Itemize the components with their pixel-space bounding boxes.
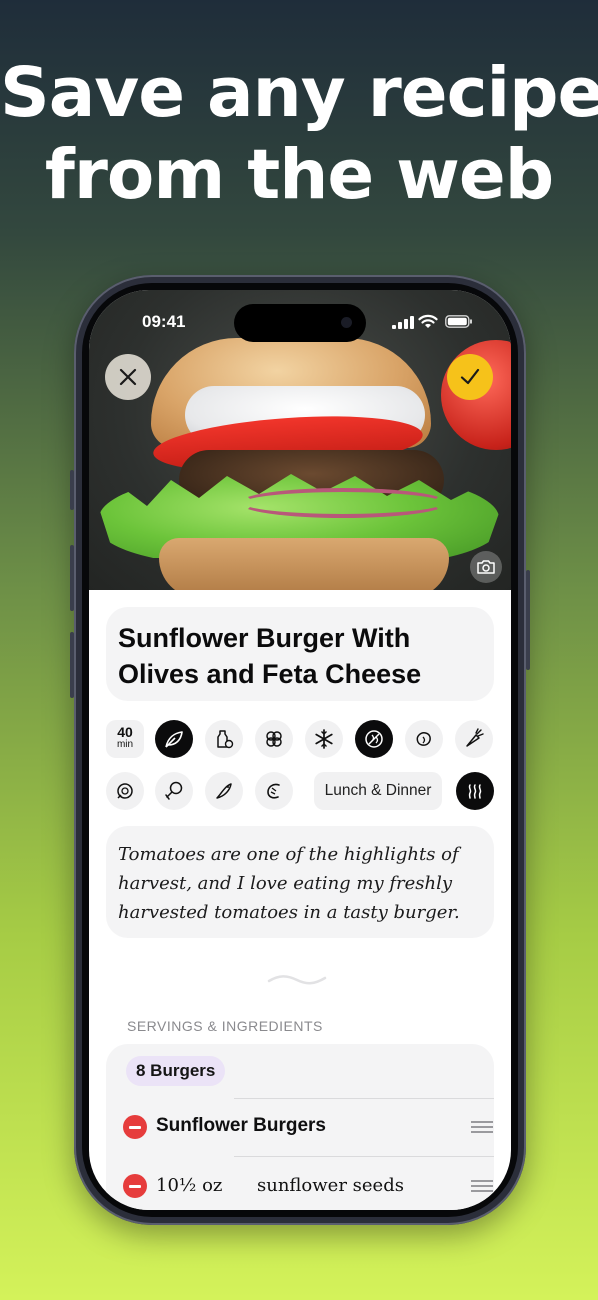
cooking-method-toggle[interactable]	[456, 772, 494, 810]
power-button	[526, 570, 530, 670]
ingredient-name[interactable]: sunflower seeds	[257, 1175, 404, 1196]
sunflower-icon	[117, 783, 133, 799]
delete-group-button[interactable]	[123, 1115, 147, 1139]
snowflake-icon	[315, 729, 333, 749]
recipe-title[interactable]: Sunflower Burger With Olives and Feta Ch…	[118, 620, 488, 692]
vegetable-toggle[interactable]	[455, 720, 493, 758]
row-divider	[234, 1156, 494, 1157]
dairy-free-toggle[interactable]	[205, 720, 243, 758]
vegetarian-toggle[interactable]	[155, 720, 193, 758]
battery-icon	[445, 315, 472, 328]
description-card[interactable]: Tomatoes are one of the highlights of ha…	[106, 826, 494, 938]
meal-type-tag[interactable]: Lunch & Dinner	[314, 772, 442, 810]
volume-up-button	[70, 545, 74, 611]
freezer-friendly-toggle[interactable]	[305, 720, 343, 758]
leaf-icon	[165, 731, 183, 748]
close-button[interactable]	[105, 354, 151, 400]
drag-handle-icon[interactable]	[471, 1180, 493, 1192]
row-divider	[234, 1098, 494, 1099]
status-time: 09:41	[142, 312, 186, 331]
save-button[interactable]	[447, 354, 493, 400]
headline-line-1: Save any recipe	[0, 53, 598, 133]
fish-toggle[interactable]	[205, 772, 243, 810]
ingredients-card: 8 Burgers Sunflower Burgers 10½ oz sunfl…	[106, 1044, 494, 1210]
camera-icon	[477, 560, 495, 574]
nut-free-toggle[interactable]	[405, 720, 443, 758]
cook-time-value: 40	[117, 724, 133, 740]
shrimp-icon	[267, 783, 280, 799]
ingredient-group-row[interactable]: Sunflower Burgers	[123, 1111, 493, 1145]
carrot-icon	[466, 728, 484, 747]
egg-free-toggle[interactable]	[255, 720, 293, 758]
recipe-description[interactable]: Tomatoes are one of the highlights of ha…	[118, 840, 486, 927]
ingredient-row[interactable]: 10½ oz sunflower seeds	[123, 1170, 493, 1204]
wifi-icon	[418, 314, 438, 328]
dynamic-island	[234, 304, 366, 342]
title-card[interactable]: Sunflower Burger With Olives and Feta Ch…	[106, 607, 494, 701]
steam-icon	[468, 784, 482, 799]
app-screen: 09:41 Sunflower Burger With Olives and F…	[89, 290, 511, 1210]
milk-free-icon	[217, 730, 234, 749]
cook-time-unit: min	[116, 739, 134, 750]
volume-down-button	[70, 632, 74, 698]
ingredient-group-title[interactable]: Sunflower Burgers	[156, 1115, 326, 1137]
gluten-free-toggle[interactable]	[355, 720, 393, 758]
servings-pill[interactable]: 8 Burgers	[126, 1056, 226, 1086]
headline-line-2: from the web	[44, 135, 554, 215]
close-icon	[119, 368, 137, 386]
checkmark-icon	[460, 368, 480, 385]
delete-ingredient-button[interactable]	[123, 1174, 147, 1198]
cellular-signal-icon	[392, 316, 414, 329]
drumstick-icon	[165, 781, 183, 800]
ingredients-section-label: SERVINGS & INGREDIENTS	[127, 1018, 323, 1034]
ingredient-quantity[interactable]: 10½ oz	[156, 1175, 222, 1196]
section-divider	[267, 975, 327, 985]
egg-free-icon	[266, 731, 282, 747]
sunflower-toggle[interactable]	[106, 772, 144, 810]
mute-switch	[70, 470, 74, 510]
fish-icon	[216, 783, 232, 799]
shellfish-toggle[interactable]	[255, 772, 293, 810]
change-photo-button[interactable]	[470, 551, 502, 583]
cook-time-chip[interactable]: 40 min	[106, 720, 144, 758]
nut-free-icon	[416, 732, 431, 746]
drag-handle-icon[interactable]	[471, 1121, 493, 1133]
meat-toggle[interactable]	[155, 772, 193, 810]
gluten-free-icon	[365, 730, 383, 748]
headline: Save any recipe from the web	[0, 52, 598, 216]
